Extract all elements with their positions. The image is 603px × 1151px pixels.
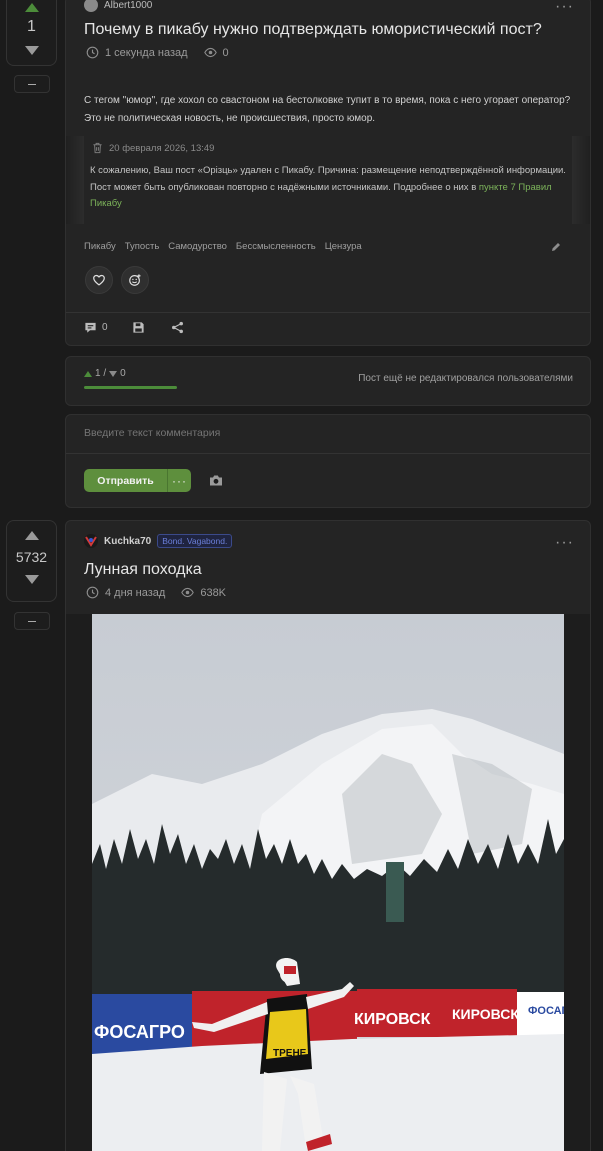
banner-brand-mid1: КИРОВСК: [354, 1011, 431, 1028]
trash-icon: [93, 142, 102, 154]
post-title[interactable]: Лунная походка: [84, 561, 202, 579]
eye-icon: [181, 587, 195, 598]
downvote-arrow-icon[interactable]: [24, 575, 39, 584]
upvote-arrow-icon[interactable]: [24, 531, 39, 540]
send-button[interactable]: Отправить: [84, 475, 167, 487]
video-player[interactable]: ФОСАГРО КИРОВСК КИРОВСК ФОСАГ ТРЕНЕ: [92, 614, 564, 1151]
plus-triangle-icon: [84, 370, 92, 377]
post-title[interactable]: Почему в пикабу нужно подтверждать юмори…: [84, 21, 542, 39]
post-time: 1 секунда назад: [105, 46, 188, 59]
more-options-icon[interactable]: ···: [555, 0, 574, 15]
vote-count: 5732: [15, 549, 48, 565]
vote-column: 1: [6, 0, 57, 66]
rating-bar: [84, 386, 177, 389]
avatar: [84, 534, 98, 548]
clock-icon: [86, 46, 99, 59]
bib-text: ТРЕНЕ: [273, 1048, 307, 1059]
tag[interactable]: Пикабу: [84, 241, 116, 252]
collapse-button[interactable]: [14, 75, 50, 93]
removal-notice: 20 февраля 2026, 13:49 К сожалению, Ваш …: [66, 136, 590, 224]
footer-divider: [66, 312, 590, 313]
comments-button[interactable]: 0: [84, 321, 108, 334]
post-meta: 4 дня назад 638K: [86, 586, 226, 599]
rating-summary: 1 / 0: [84, 368, 126, 379]
media-letterbox-right: [564, 614, 590, 1151]
send-button-group: Отправить ···: [84, 469, 191, 492]
notice-date-row: 20 февраля 2026, 13:49: [92, 142, 214, 154]
upvote-arrow-icon[interactable]: [24, 3, 39, 12]
rating-minus: 0: [120, 368, 126, 379]
comment-count: 0: [102, 322, 108, 333]
view-count: 0: [222, 46, 229, 59]
notice-date: 20 февраля 2026, 13:49: [109, 142, 215, 154]
post-time: 4 дня назад: [105, 586, 166, 599]
tag[interactable]: Самодурство: [168, 241, 227, 252]
downvote-arrow-icon[interactable]: [24, 46, 39, 55]
ski-race-image: ФОСАГРО КИРОВСК КИРОВСК ФОСАГ ТРЕНЕ: [92, 614, 564, 1151]
author-name[interactable]: Albert1000: [104, 0, 152, 11]
share-icon: [172, 321, 183, 334]
tag[interactable]: Цензура: [325, 241, 362, 252]
user-badge: Bond. Vagabond.: [157, 534, 233, 548]
save-button[interactable]: [132, 321, 145, 334]
minus-triangle-icon: [109, 370, 118, 377]
tag[interactable]: Бессмысленность: [236, 241, 316, 252]
eye-icon: [203, 47, 217, 58]
post-author[interactable]: Albert1000: [84, 0, 152, 12]
minus-icon: [28, 83, 36, 85]
edit-status: Пост ещё не редактировался пользователям…: [358, 373, 573, 384]
camera-icon[interactable]: [209, 474, 223, 487]
banner-brand-right: ФОСАГ: [528, 1005, 564, 1017]
reaction-button[interactable]: [121, 266, 149, 294]
collapse-button[interactable]: [14, 612, 50, 630]
view-count: 638K: [200, 586, 227, 599]
post-body: С тегом "юмор", где хохол со свастоном н…: [84, 95, 571, 124]
like-button[interactable]: [85, 266, 113, 294]
banner-brand-left: ФОСАГРО: [94, 1022, 185, 1042]
avatar-icon: [85, 536, 97, 547]
post-meta: 1 секунда назад 0: [86, 46, 229, 59]
smiley-add-icon: [129, 274, 141, 286]
clock-icon: [86, 586, 99, 599]
floppy-icon: [133, 322, 144, 333]
more-options-icon[interactable]: ···: [555, 535, 574, 551]
send-options-button[interactable]: ···: [167, 469, 191, 492]
rating-plus: 1 /: [95, 368, 107, 379]
rating-bar-fill: [84, 386, 177, 389]
tag[interactable]: Тупость: [125, 241, 160, 252]
media-letterbox-left: [66, 614, 92, 1151]
comment-input[interactable]: [84, 427, 564, 439]
comment-icon: [85, 322, 96, 333]
author-name[interactable]: Kuchka70: [104, 536, 151, 547]
post-author[interactable]: Kuchka70 Bond. Vagabond.: [84, 534, 233, 548]
heart-icon: [93, 274, 105, 286]
notice-fade-right: [572, 136, 590, 224]
tag-list: Пикабу Тупость Самодурство Бессмысленнос…: [84, 241, 362, 252]
notice-fade-left: [66, 136, 84, 224]
pencil-icon[interactable]: [550, 241, 562, 253]
vote-column: 5732: [6, 520, 57, 602]
share-button[interactable]: [171, 321, 184, 334]
notice-text: К сожалению, Ваш пост «Орізць» удален с …: [90, 163, 568, 213]
minus-icon: [28, 620, 36, 622]
banner-brand-mid2: КИРОВСК: [452, 1006, 519, 1022]
avatar: [84, 0, 98, 12]
form-divider: [66, 453, 590, 454]
vote-count: 1: [27, 18, 36, 35]
